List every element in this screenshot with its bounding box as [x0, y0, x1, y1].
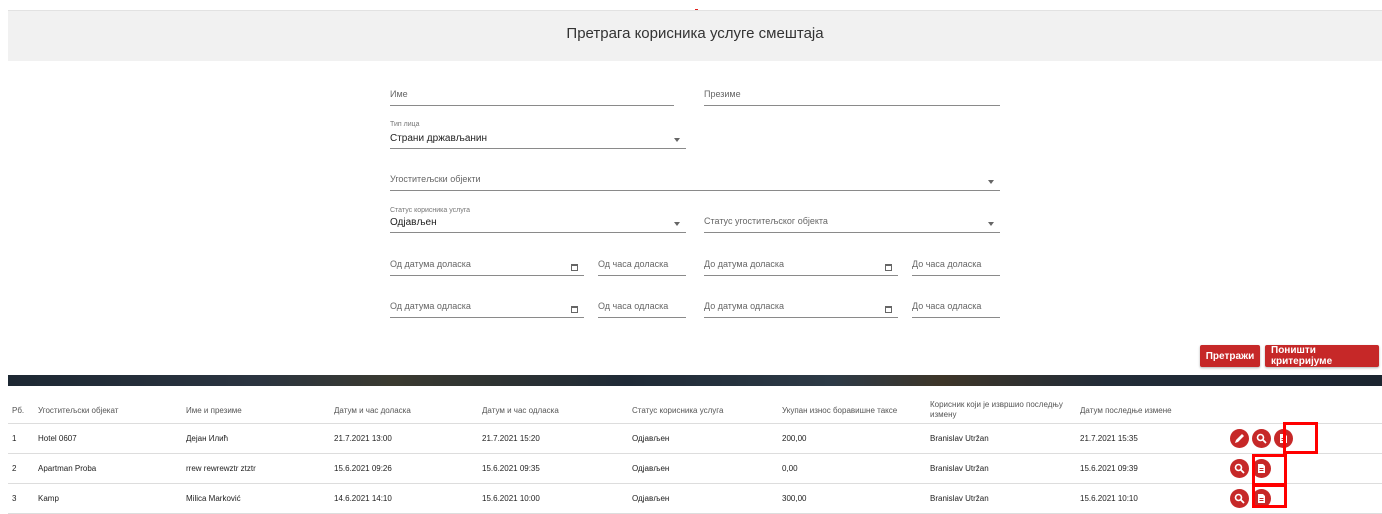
arrival-date-to-field[interactable]: До датума доласка: [704, 255, 898, 276]
chevron-down-icon: [988, 222, 994, 226]
cell-departure: 15.6.2021 09:35: [478, 453, 628, 484]
user-status-label: Статус корисника услуга: [390, 207, 471, 214]
facility-status-select[interactable]: Статус угоститељског објекта: [704, 212, 1000, 233]
cell-modified-by: Branislav Utržan: [926, 423, 1076, 454]
table-row[interactable]: 2 Apartman Proba rrew rewrewztr ztztr 15…: [8, 453, 1382, 484]
user-status-value: Одјављен: [390, 217, 437, 228]
table-row[interactable]: 1 Hotel 0607 Дејан Илић 21.7.2021 13:00 …: [8, 423, 1382, 454]
chevron-down-icon: [674, 138, 680, 142]
cell-name: Дејан Илић: [182, 423, 330, 454]
col-header-modified-date: Датум последње измене: [1076, 397, 1210, 424]
departure-date-to-placeholder: До датума одласка: [704, 301, 785, 311]
row-actions: [1210, 453, 1382, 484]
cell-status: Одјављен: [628, 423, 778, 454]
last-name-field[interactable]: Презиме: [704, 85, 1000, 106]
first-name-field[interactable]: Име: [390, 85, 674, 106]
col-header-facility: Угоститељски објекат: [34, 397, 182, 424]
calendar-icon[interactable]: [885, 306, 892, 313]
view-button[interactable]: [1230, 459, 1249, 478]
calendar-icon[interactable]: [885, 264, 892, 271]
cell-modified-date: 15.6.2021 10:10: [1076, 483, 1210, 514]
departure-hour-from-placeholder: Од часа одласка: [598, 301, 669, 311]
cell-tax: 200,00: [778, 423, 926, 454]
search-icon: [1256, 433, 1267, 444]
reset-criteria-button[interactable]: Поништи критеријуме: [1265, 345, 1379, 367]
departure-date-from-field[interactable]: Од датума одласка: [390, 297, 584, 318]
cell-arrival: 14.6.2021 14:10: [330, 483, 478, 514]
cell-rb: 2: [8, 453, 34, 484]
cell-modified-by: Branislav Utržan: [926, 483, 1076, 514]
arrival-hour-from-placeholder: Од часа доласка: [598, 259, 669, 269]
departure-hour-from-field[interactable]: Од часа одласка: [598, 297, 686, 318]
arrival-hour-to-field[interactable]: До часа доласка: [912, 255, 1000, 276]
highlight-box: [1283, 422, 1318, 454]
cell-facility: Hotel 0607: [34, 423, 182, 454]
search-icon: [1234, 463, 1245, 474]
table-row[interactable]: 3 Kamp Milica Marković 14.6.2021 14:10 1…: [8, 483, 1382, 514]
departure-date-to-field[interactable]: До датума одласка: [704, 297, 898, 318]
edit-button[interactable]: [1230, 429, 1249, 448]
departure-hour-to-field[interactable]: До часа одласка: [912, 297, 1000, 318]
cell-arrival: 15.6.2021 09:26: [330, 453, 478, 484]
cell-arrival: 21.7.2021 13:00: [330, 423, 478, 454]
cell-status: Одјављен: [628, 453, 778, 484]
cell-facility: Kamp: [34, 483, 182, 514]
cell-rb: 1: [8, 423, 34, 454]
page-title: Претрага корисника услуге смештаја: [566, 25, 824, 42]
cell-modified-by: Branislav Utržan: [926, 453, 1076, 484]
user-status-select[interactable]: Статус корисника услуга Одјављен: [390, 207, 686, 233]
col-header-actions: [1210, 397, 1382, 424]
departure-date-from-placeholder: Од датума одласка: [390, 301, 471, 311]
search-button[interactable]: Претражи: [1200, 345, 1260, 367]
col-header-arrival: Датум и час доласка: [330, 397, 478, 424]
highlight-box: [1252, 484, 1287, 508]
facilities-select[interactable]: Угоститељски објекти: [390, 170, 1000, 191]
departure-hour-to-placeholder: До часа одласка: [912, 301, 982, 311]
col-header-departure: Датум и час одласка: [478, 397, 628, 424]
calendar-icon[interactable]: [571, 264, 578, 271]
col-header-name: Име и презиме: [182, 397, 330, 424]
col-header-modified-by: Корисник који је извршио последњу измену: [926, 397, 1076, 424]
col-header-rb: Рб.: [8, 397, 34, 424]
cell-rb: 3: [8, 483, 34, 514]
arrival-hour-from-field[interactable]: Од часа доласка: [598, 255, 686, 276]
arrival-date-from-placeholder: Од датума доласка: [390, 259, 471, 269]
row-actions: [1210, 483, 1382, 514]
banner-image: [8, 375, 1382, 386]
last-name-placeholder: Презиме: [704, 89, 741, 99]
calendar-icon[interactable]: [571, 306, 578, 313]
view-button[interactable]: [1252, 429, 1271, 448]
results-table: Рб. Угоститељски објекат Име и презиме Д…: [8, 397, 1382, 514]
cell-departure: 15.6.2021 10:00: [478, 483, 628, 514]
title-bar: Претрага корисника услуге смештаја: [8, 10, 1382, 61]
facilities-placeholder: Угоститељски објекти: [390, 174, 481, 184]
highlight-box: [1252, 454, 1287, 486]
cell-facility: Apartman Proba: [34, 453, 182, 484]
chevron-down-icon: [988, 180, 994, 184]
cell-modified-date: 21.7.2021 15:35: [1076, 423, 1210, 454]
cell-modified-date: 15.6.2021 09:39: [1076, 453, 1210, 484]
col-header-status: Статус корисника услуга: [628, 397, 778, 424]
person-type-select[interactable]: Тип лица Страни држављанин: [390, 121, 686, 149]
edit-icon: [1235, 434, 1244, 443]
arrival-hour-to-placeholder: До часа доласка: [912, 259, 982, 269]
table-header-row: Рб. Угоститељски објекат Име и презиме Д…: [8, 397, 1382, 424]
cell-name: rrew rewrewztr ztztr: [182, 453, 330, 484]
cell-tax: 0,00: [778, 453, 926, 484]
person-type-value: Страни држављанин: [390, 133, 488, 144]
arrival-date-from-field[interactable]: Од датума доласка: [390, 255, 584, 276]
facility-status-placeholder: Статус угоститељског објекта: [704, 216, 828, 226]
view-button[interactable]: [1230, 489, 1249, 508]
search-icon: [1234, 493, 1245, 504]
person-type-label: Тип лица: [390, 121, 420, 128]
cell-tax: 300,00: [778, 483, 926, 514]
arrival-date-to-placeholder: До датума доласка: [704, 259, 785, 269]
first-name-placeholder: Име: [390, 89, 408, 99]
cell-departure: 21.7.2021 15:20: [478, 423, 628, 454]
cell-status: Одјављен: [628, 483, 778, 514]
cell-name: Milica Marković: [182, 483, 330, 514]
chevron-down-icon: [674, 222, 680, 226]
col-header-tax: Укупан износ боравишне таксе: [778, 397, 926, 424]
